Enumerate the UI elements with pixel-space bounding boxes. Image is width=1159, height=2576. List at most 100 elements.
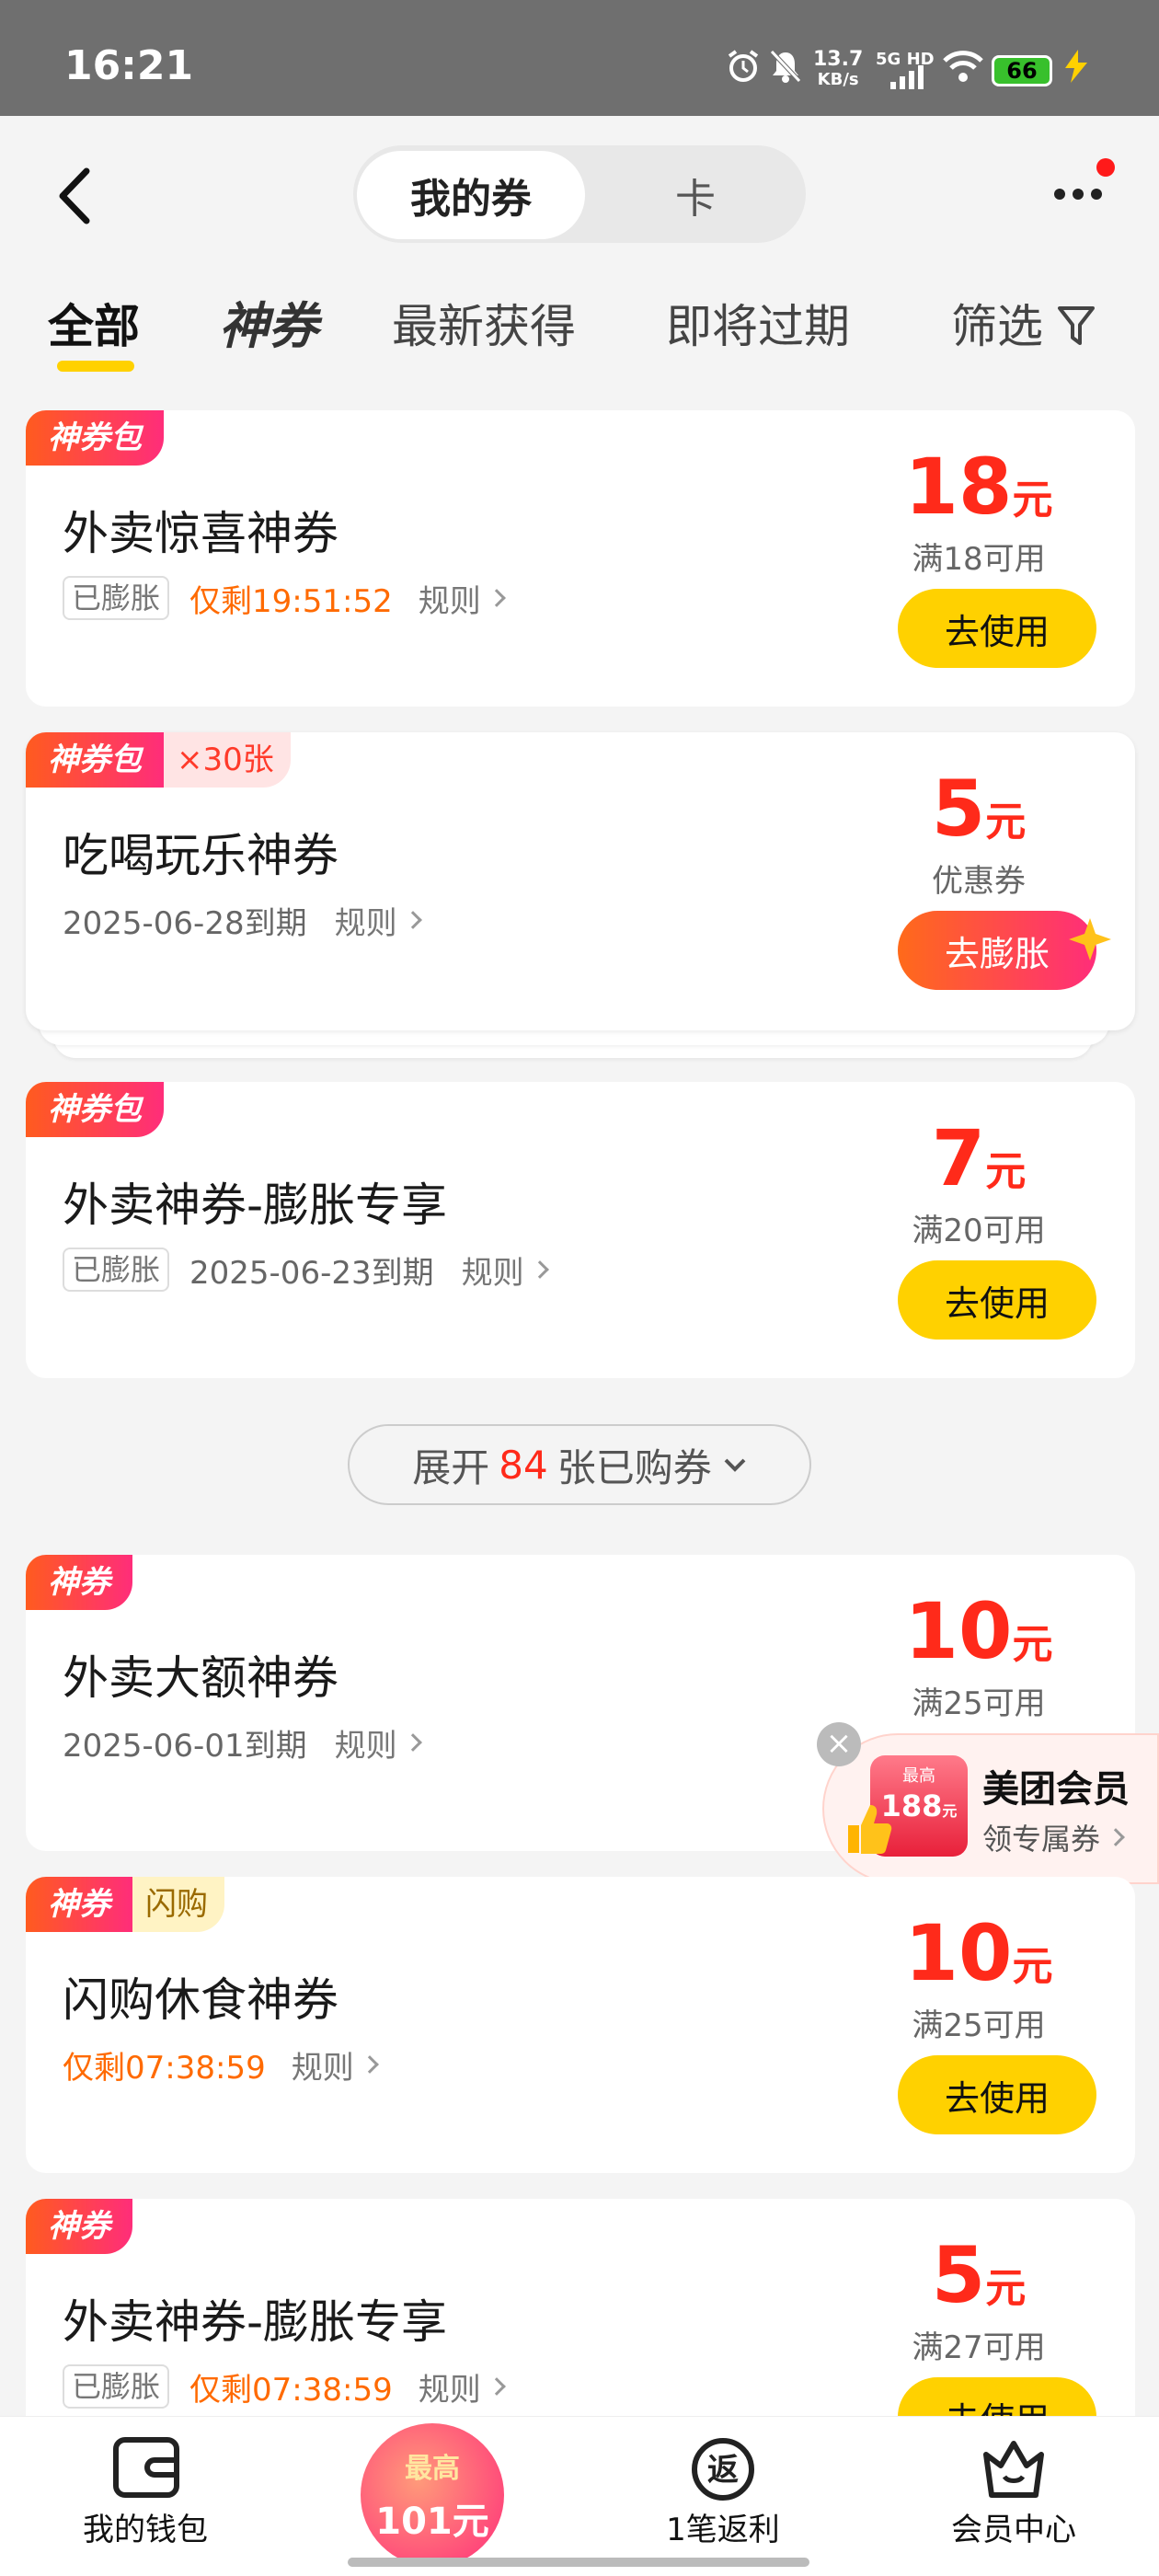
funnel-icon bbox=[1056, 305, 1096, 349]
rule-label: 规则 bbox=[461, 1254, 524, 1292]
expand-prefix: 展开 bbox=[412, 1444, 490, 1490]
home-indicator[interactable] bbox=[348, 2558, 809, 2567]
coupon-card[interactable]: 神券包 外卖神券-膨胀专享 已膨胀 2025-06-23到期 规则 7元 满20… bbox=[26, 1082, 1135, 1378]
coupon-condition: 满18可用 bbox=[912, 541, 1046, 578]
coupon-card[interactable]: 神券包 ×30张 吃喝玩乐神券 2025-06-28到期 规则 5元 优惠券 去… bbox=[26, 732, 1135, 1030]
use-button[interactable]: 去使用 bbox=[898, 1260, 1096, 1340]
coupon-card[interactable]: 神券包 外卖惊喜神券 已膨胀 仅剩19:51:52 规则 18元 满18可用 去… bbox=[26, 410, 1135, 707]
flash-buy-tag: 闪购 bbox=[132, 1877, 224, 1932]
nav-center-top: 最高 bbox=[405, 2453, 460, 2485]
expiry-date: 2025-06-28到期 bbox=[63, 904, 307, 942]
filter-tab-filter[interactable]: 筛选 bbox=[951, 294, 1096, 359]
nav-center-amount: 101元 bbox=[375, 2501, 489, 2543]
coupon-tag: 神券包 bbox=[26, 410, 164, 466]
sparkle-icon bbox=[1067, 916, 1113, 962]
use-button[interactable]: 去使用 bbox=[898, 589, 1096, 668]
tab-cards[interactable]: 卡 bbox=[589, 151, 802, 239]
charging-icon bbox=[1058, 48, 1095, 85]
expand-count: 84 bbox=[499, 1442, 548, 1488]
countdown: 仅剩07:38:59 bbox=[189, 2371, 393, 2409]
filter-tab-expiring[interactable]: 即将过期 bbox=[666, 294, 850, 359]
coupon-title: 吃喝玩乐神券 bbox=[63, 829, 339, 882]
coupon-title: 外卖惊喜神券 bbox=[63, 507, 339, 560]
chevron-right-icon bbox=[403, 1733, 422, 1752]
coupon-condition: 优惠券 bbox=[932, 863, 1026, 900]
net-speed: 13.7 KB/s bbox=[813, 48, 864, 90]
chevron-right-icon bbox=[487, 589, 506, 607]
inflated-badge: 已膨胀 bbox=[63, 576, 170, 620]
notification-dot bbox=[1096, 158, 1115, 177]
chevron-right-icon bbox=[1107, 1828, 1125, 1846]
rule-link[interactable]: 规则 bbox=[461, 1248, 549, 1293]
nav-wallet[interactable]: 我的钱包 bbox=[53, 2416, 237, 2576]
coupon-tag: 神券包 bbox=[26, 732, 164, 788]
alarm-icon bbox=[725, 48, 762, 85]
quantity-tag: ×30张 bbox=[164, 732, 291, 788]
coupon-card[interactable]: 神券 闪购 闪购休食神券 仅剩07:38:59 规则 10元 满25可用 去使用 bbox=[26, 1877, 1135, 2173]
battery-indicator: 66 bbox=[992, 55, 1052, 86]
rule-label: 规则 bbox=[291, 2049, 354, 2087]
coupon-title: 闪购休食神券 bbox=[63, 1973, 339, 2027]
filter-tab-newest[interactable]: 最新获得 bbox=[392, 294, 576, 359]
inflated-badge: 已膨胀 bbox=[63, 1248, 170, 1292]
tab-my-coupons[interactable]: 我的券 bbox=[357, 151, 585, 239]
crown-icon bbox=[979, 2434, 1049, 2504]
rule-link[interactable]: 规则 bbox=[334, 898, 422, 943]
wallet-icon bbox=[112, 2434, 180, 2504]
coupon-tag: 神券包 bbox=[26, 1082, 164, 1137]
chevron-right-icon bbox=[530, 1260, 549, 1279]
coupon-tag: 神券 bbox=[26, 1877, 132, 1932]
rule-label: 规则 bbox=[334, 904, 397, 942]
rule-link[interactable]: 规则 bbox=[418, 2364, 506, 2409]
filter-tab-shen[interactable]: 神券 bbox=[219, 294, 318, 359]
coupon-amount: 5元 bbox=[931, 764, 1027, 854]
back-arrow-icon[interactable] bbox=[48, 164, 103, 228]
coupon-condition: 满27可用 bbox=[912, 2329, 1046, 2366]
member-subtitle: 领专属券 bbox=[982, 1816, 1125, 1858]
chevron-down-icon bbox=[723, 1457, 747, 1472]
wifi-icon bbox=[942, 48, 984, 85]
expand-purchased-button[interactable]: 展开 84 张已购券 bbox=[348, 1424, 811, 1505]
signal-icon bbox=[889, 64, 925, 90]
nav-wallet-label: 我的钱包 bbox=[83, 2512, 208, 2548]
rule-link[interactable]: 规则 bbox=[291, 2042, 379, 2087]
coupon-condition: 满20可用 bbox=[912, 1213, 1046, 1249]
chevron-right-icon bbox=[487, 2377, 506, 2396]
more-options-icon[interactable] bbox=[1049, 180, 1107, 208]
mute-bell-icon bbox=[767, 48, 804, 85]
filter-tab-all[interactable]: 全部 bbox=[48, 294, 140, 359]
expand-suffix: 张已购券 bbox=[557, 1444, 712, 1490]
coupon-title: 外卖神券-膨胀专享 bbox=[63, 1179, 448, 1232]
expiry-date: 2025-06-23到期 bbox=[189, 1254, 434, 1292]
nav-rebate[interactable]: 返 1笔返利 bbox=[631, 2416, 815, 2576]
coupon-condition: 满25可用 bbox=[912, 1685, 1046, 1722]
coupon-amount: 5元 bbox=[931, 2230, 1027, 2320]
rule-label: 规则 bbox=[334, 1727, 397, 1765]
rule-label: 规则 bbox=[418, 582, 481, 620]
countdown: 仅剩19:51:52 bbox=[189, 582, 393, 620]
coupon-amount: 10元 bbox=[904, 1586, 1053, 1676]
coupon-condition: 满25可用 bbox=[912, 2007, 1046, 2044]
coupon-title: 外卖神券-膨胀专享 bbox=[63, 2295, 448, 2349]
close-icon[interactable]: × bbox=[817, 1722, 861, 1766]
coupon-amount: 18元 bbox=[904, 442, 1053, 532]
nav-center-promo[interactable]: 最高 101元 bbox=[361, 2423, 504, 2567]
use-button[interactable]: 去使用 bbox=[898, 2055, 1096, 2134]
nav-member-label: 会员中心 bbox=[951, 2512, 1076, 2548]
filter-label: 筛选 bbox=[951, 300, 1043, 353]
active-tab-indicator bbox=[57, 361, 134, 372]
chevron-right-icon bbox=[360, 2055, 379, 2074]
countdown: 仅剩07:38:59 bbox=[63, 2049, 266, 2087]
expiry-date: 2025-06-01到期 bbox=[63, 1727, 307, 1765]
status-time: 16:21 bbox=[64, 42, 194, 89]
member-title: 美团会员 bbox=[982, 1768, 1130, 1811]
inflated-badge: 已膨胀 bbox=[63, 2364, 170, 2409]
svg-text:返: 返 bbox=[707, 2452, 739, 2489]
nav-member-center[interactable]: 会员中心 bbox=[922, 2416, 1106, 2576]
thumbs-up-icon bbox=[843, 1801, 892, 1857]
chevron-right-icon bbox=[403, 911, 422, 929]
rule-link[interactable]: 规则 bbox=[418, 576, 506, 621]
rule-label: 规则 bbox=[418, 2371, 481, 2409]
rule-link[interactable]: 规则 bbox=[334, 1720, 422, 1765]
coupon-tag: 神券 bbox=[26, 2199, 132, 2254]
